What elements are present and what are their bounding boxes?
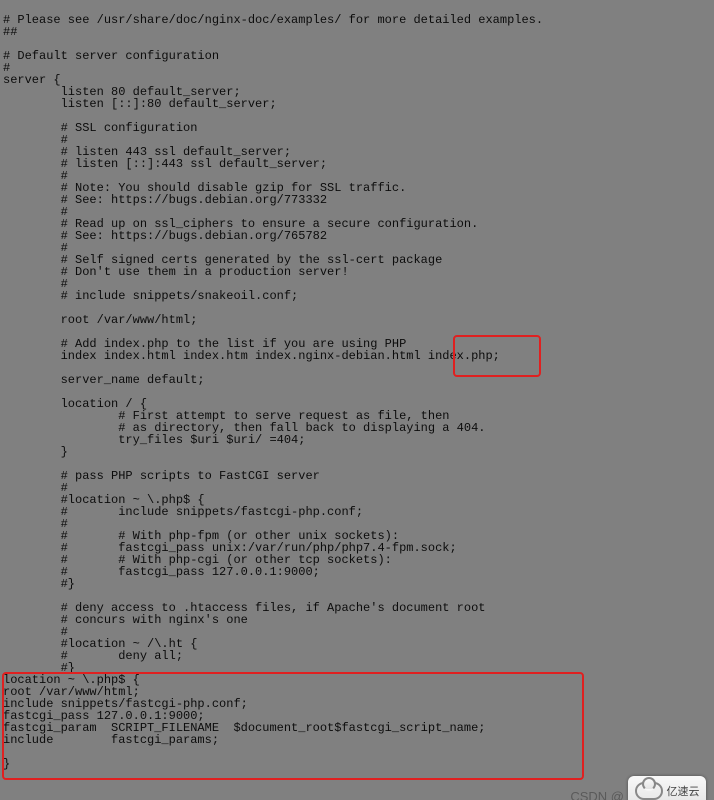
logo-badge: 亿速云 xyxy=(628,776,706,800)
logo-text: 亿速云 xyxy=(667,783,700,799)
footer-credit: CSDN @ xyxy=(570,789,624,800)
footer: CSDN @ 亿速云 xyxy=(0,788,714,800)
cloud-icon xyxy=(635,782,663,800)
config-file-content: # Please see /usr/share/doc/nginx-doc/ex… xyxy=(0,12,714,772)
